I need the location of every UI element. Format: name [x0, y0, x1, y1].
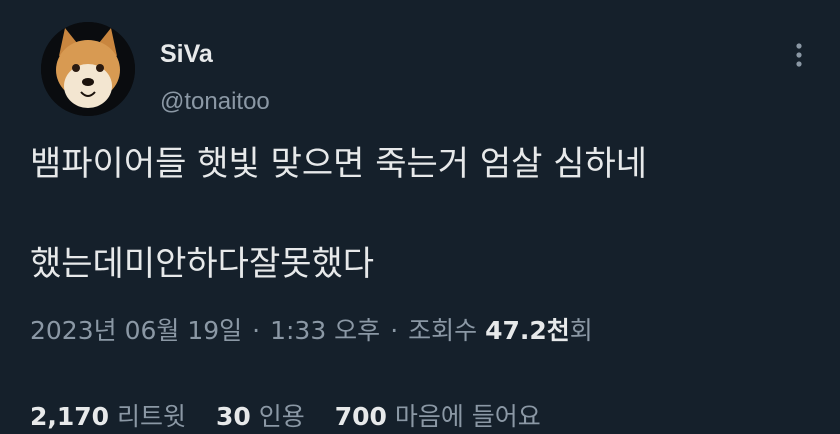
- avatar[interactable]: [41, 22, 135, 116]
- tweet-stats: 2,170 리트윗 30 인용 700 마음에 들어요: [30, 397, 563, 433]
- author-handle[interactable]: @tonaitoo: [160, 88, 270, 116]
- retweets-label: 리트윗: [117, 402, 187, 431]
- retweets-stat[interactable]: 2,170 리트윗: [30, 402, 194, 431]
- likes-stat[interactable]: 700 마음에 들어요: [335, 402, 541, 431]
- quotes-label: 인용: [258, 402, 305, 431]
- tweet-date[interactable]: 2023년 06월 19일: [30, 316, 242, 345]
- tweet-line-1: 뱀파이어들 햇빛 맞으면 죽는거 엄살 심하네: [30, 144, 648, 184]
- author-name[interactable]: SiVa: [160, 40, 213, 69]
- views-count: 47.2천: [485, 316, 570, 345]
- tweet-time[interactable]: 1:33 오후: [270, 316, 380, 345]
- more-options-icon[interactable]: [789, 40, 809, 72]
- quotes-stat[interactable]: 30 인용: [216, 402, 313, 431]
- tweet-meta: 2023년 06월 19일 · 1:33 오후 · 조회수 47.2천회: [30, 311, 593, 347]
- tweet-text: 뱀파이어들 햇빛 맞으면 죽는거 엄살 심하네 했는데미안하다잘못했다: [30, 142, 820, 286]
- views-suffix: 회: [569, 316, 593, 345]
- views-label: 조회수: [408, 316, 478, 345]
- meta-separator: ·: [390, 316, 399, 345]
- likes-label: 마음에 들어요: [394, 402, 541, 431]
- meta-separator: ·: [252, 316, 261, 345]
- likes-count: 700: [334, 402, 387, 431]
- tweet-line-2: 했는데미안하다잘못했다: [30, 244, 375, 284]
- quotes-count: 30: [216, 402, 251, 431]
- retweets-count: 2,170: [30, 402, 110, 431]
